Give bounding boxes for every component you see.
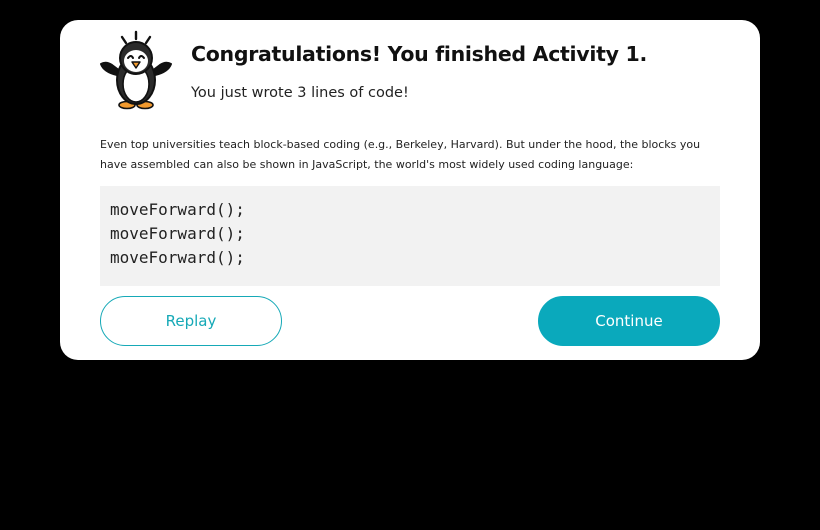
code-line: moveForward(); <box>110 200 245 219</box>
replay-button[interactable]: Replay <box>100 296 282 346</box>
completion-dialog: Congratulations! You finished Activity 1… <box>60 20 760 360</box>
code-line: moveForward(); <box>110 248 245 267</box>
dialog-description: Even top universities teach block-based … <box>100 138 701 171</box>
code-block: moveForward(); moveForward(); moveForwar… <box>100 186 720 286</box>
code-line: moveForward(); <box>110 224 245 243</box>
dialog-title: Congratulations! You finished Activity 1… <box>191 42 647 66</box>
continue-button[interactable]: Continue <box>538 296 720 346</box>
dialog-subtitle: You just wrote 3 lines of code! <box>191 85 409 101</box>
penguin-mascot-icon <box>100 30 172 110</box>
